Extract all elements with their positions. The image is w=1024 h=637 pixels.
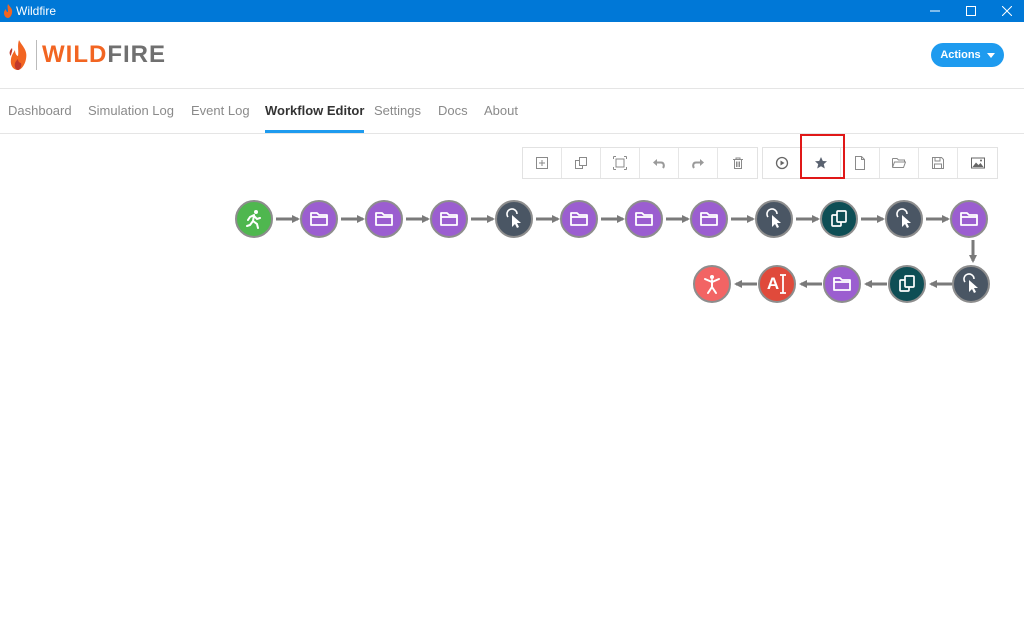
- workflow-node-click[interactable]: [952, 265, 990, 303]
- pointer-click-icon: [963, 273, 978, 293]
- pointer-click-icon: [766, 208, 781, 228]
- workflow-node-folder[interactable]: [950, 200, 988, 238]
- pointer-click-icon: [506, 208, 521, 228]
- copy-icon: [899, 275, 915, 292]
- workflow-node-end[interactable]: [693, 265, 731, 303]
- workflow-node-folder[interactable]: [560, 200, 598, 238]
- folder-icon: [375, 212, 393, 226]
- workflow-node-folder[interactable]: [365, 200, 403, 238]
- workflow-node-click[interactable]: [885, 200, 923, 238]
- workflow-connectors: [276, 215, 977, 288]
- stop-figure-icon: [704, 275, 720, 294]
- folder-icon: [960, 212, 978, 226]
- workflow-node-folder[interactable]: [823, 265, 861, 303]
- runner-icon: [246, 210, 261, 229]
- workflow-node-click[interactable]: [495, 200, 533, 238]
- text-cursor-icon: [780, 274, 787, 294]
- folder-icon: [310, 212, 328, 226]
- workflow-node-folder[interactable]: [625, 200, 663, 238]
- workflow-node-copy[interactable]: [820, 200, 858, 238]
- workflow-node-copy[interactable]: [888, 265, 926, 303]
- folder-icon: [440, 212, 458, 226]
- text-input-icon: A: [766, 274, 780, 293]
- folder-icon: [635, 212, 653, 226]
- workflow-node-click[interactable]: [755, 200, 793, 238]
- pointer-click-icon: [896, 208, 911, 228]
- workflow-node-type-text[interactable]: A: [758, 265, 796, 303]
- copy-icon: [831, 210, 847, 227]
- workflow-node-folder[interactable]: [690, 200, 728, 238]
- workflow-node-folder[interactable]: [430, 200, 468, 238]
- workflow-node-start[interactable]: [235, 200, 273, 238]
- workflow-node-folder[interactable]: [300, 200, 338, 238]
- folder-icon: [833, 277, 851, 291]
- folder-icon: [570, 212, 588, 226]
- folder-icon: [700, 212, 718, 226]
